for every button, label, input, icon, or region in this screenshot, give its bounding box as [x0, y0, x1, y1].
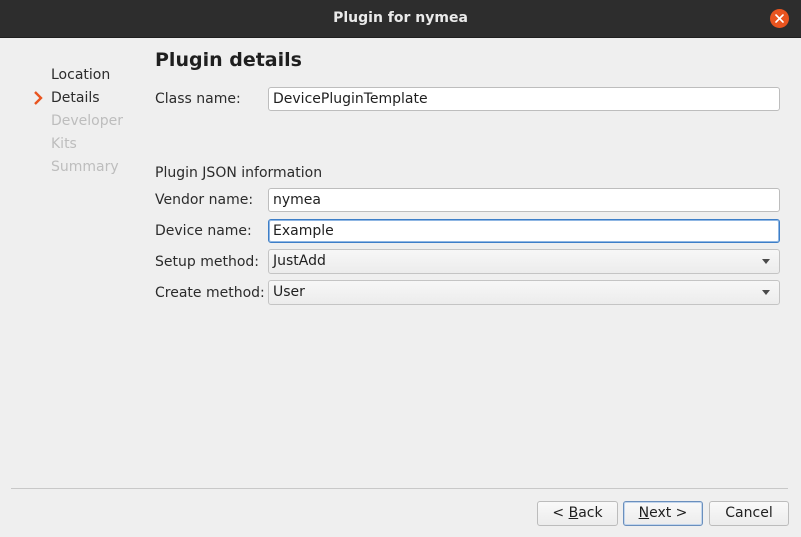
- device-name-label: Device name:: [155, 223, 252, 239]
- close-button[interactable]: [770, 9, 789, 28]
- back-rest: ack: [578, 505, 603, 521]
- step-label: Summary: [51, 159, 119, 175]
- next-mnemonic: N: [638, 505, 650, 521]
- close-icon: [775, 14, 784, 23]
- step-label: Location: [51, 67, 111, 83]
- step-summary: Summary: [32, 157, 123, 180]
- class-name-label: Class name:: [155, 91, 241, 107]
- footer-separator: [11, 488, 788, 489]
- vendor-name-input[interactable]: [268, 188, 780, 212]
- json-section-label: Plugin JSON information: [155, 165, 323, 181]
- wizard-steps: Location Details Developer Kits Summary: [32, 65, 123, 180]
- current-step-arrow-icon: [34, 91, 43, 105]
- title-bar[interactable]: Plugin for nymea: [0, 0, 801, 38]
- next-rest: ext >: [649, 505, 688, 521]
- step-details: Details: [32, 88, 123, 111]
- next-button[interactable]: Next >: [623, 501, 703, 526]
- step-label: Developer: [51, 113, 124, 129]
- dropdown-arrow-icon: [762, 290, 770, 295]
- vendor-name-label: Vendor name:: [155, 192, 254, 208]
- step-developer: Developer: [32, 111, 123, 134]
- cancel-button[interactable]: Cancel: [709, 501, 789, 526]
- step-label: Kits: [51, 136, 77, 152]
- back-button[interactable]: < Back: [537, 501, 618, 526]
- step-label: Details: [51, 90, 100, 106]
- class-name-input[interactable]: [268, 87, 780, 111]
- back-prefix: <: [552, 505, 569, 521]
- wizard-window: Plugin for nymea Location Details Develo…: [0, 0, 801, 537]
- create-method-combo[interactable]: User: [268, 280, 780, 305]
- device-name-input[interactable]: [268, 219, 780, 243]
- back-mnemonic: B: [568, 505, 579, 521]
- setup-method-label: Setup method:: [155, 254, 259, 270]
- window-title: Plugin for nymea: [333, 10, 468, 26]
- create-method-value: User: [273, 284, 305, 300]
- dropdown-arrow-icon: [762, 259, 770, 264]
- setup-method-value: JustAdd: [273, 253, 326, 269]
- setup-method-combo[interactable]: JustAdd: [268, 249, 780, 274]
- step-location: Location: [32, 65, 123, 88]
- create-method-label: Create method:: [155, 285, 265, 301]
- step-kits: Kits: [32, 134, 123, 157]
- page-title: Plugin details: [155, 49, 302, 71]
